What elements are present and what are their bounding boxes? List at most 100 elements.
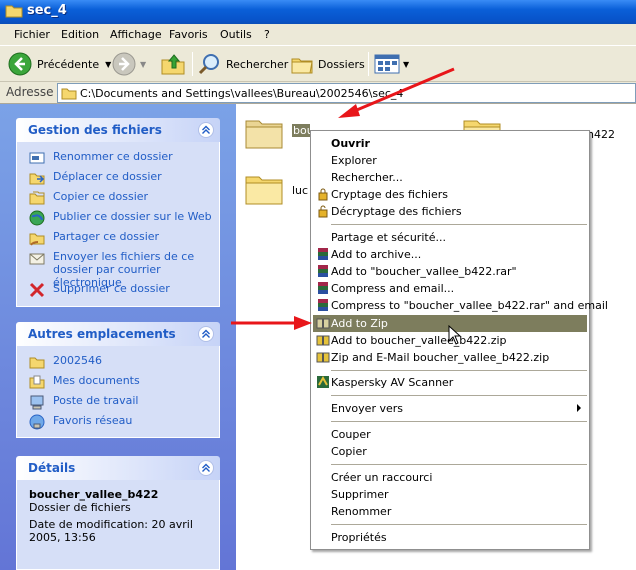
copy-icon xyxy=(29,191,45,205)
folder-label[interactable]: luc xyxy=(292,184,308,197)
folder-icon[interactable] xyxy=(244,172,284,206)
toolbar-separator xyxy=(192,52,193,76)
place-my-computer[interactable]: Poste de travail xyxy=(17,392,219,412)
address-bar: Adresse C:\Documents and Settings\vallee… xyxy=(0,82,636,104)
other-places-panel: Autres emplacements 2002546 Mes document… xyxy=(16,322,220,438)
winzip-icon xyxy=(316,335,330,346)
menu-item-kaspersky[interactable]: Kaspersky AV Scanner xyxy=(313,374,587,391)
menu-favoris[interactable]: Favoris xyxy=(169,28,208,41)
other-places-header[interactable]: Autres emplacements xyxy=(16,322,220,346)
menu-separator xyxy=(331,421,587,422)
dropdown-arrow-icon[interactable]: ▼ xyxy=(105,60,111,69)
dropdown-arrow-icon[interactable]: ▼ xyxy=(403,60,409,69)
menu-separator xyxy=(331,395,587,396)
task-rename-folder[interactable]: Renommer ce dossier xyxy=(17,148,219,168)
address-label: Adresse xyxy=(6,85,54,99)
menu-item-add-rar[interactable]: Add to "boucher_vallee_b422.rar" xyxy=(313,263,587,280)
details-type: Dossier de fichiers xyxy=(29,501,131,514)
file-tasks-header[interactable]: Gestion des fichiers xyxy=(16,118,220,142)
menu-label: Explorer xyxy=(331,154,377,167)
back-button[interactable]: Précédente ▼ xyxy=(8,50,111,78)
folders-icon xyxy=(291,58,313,74)
task-delete-folder[interactable]: Supprimer ce dossier xyxy=(17,280,219,300)
menu-item-open[interactable]: Ouvrir xyxy=(313,135,587,152)
collapse-chevron-icon[interactable] xyxy=(198,326,214,342)
place-2002546[interactable]: 2002546 xyxy=(17,352,219,372)
menu-item-zip-email[interactable]: Zip and E-Mail boucher_vallee_b422.zip xyxy=(313,349,587,366)
place-network[interactable]: Favoris réseau xyxy=(17,412,219,432)
menu-label: Copier xyxy=(331,445,367,458)
dropdown-arrow-icon[interactable]: ▼ xyxy=(140,60,146,69)
forward-button[interactable]: ▼ xyxy=(112,50,146,78)
folder-icon[interactable] xyxy=(244,116,284,150)
views-button[interactable]: ▼ xyxy=(374,50,409,78)
menu-item-add-archive[interactable]: Add to archive... xyxy=(313,246,587,263)
menu-item-rename[interactable]: Renommer xyxy=(313,503,587,520)
task-label: Renommer ce dossier xyxy=(53,150,173,163)
menu-label: Propriétés xyxy=(331,531,387,544)
folders-button[interactable]: Dossiers xyxy=(290,50,365,78)
menu-label: Compress to "boucher_vallee_b422.rar" an… xyxy=(331,299,608,312)
task-label: Copier ce dossier xyxy=(53,190,149,203)
folder-icon xyxy=(61,88,77,100)
lock-icon xyxy=(318,188,328,201)
address-field[interactable]: C:\Documents and Settings\vallees\Bureau… xyxy=(57,83,636,103)
menu-edition[interactable]: Edition xyxy=(61,28,99,41)
task-publish-web[interactable]: Publier ce dossier sur le Web xyxy=(17,208,219,228)
menu-item-explore[interactable]: Explorer xyxy=(313,152,587,169)
menu-item-decrypt[interactable]: Décryptage des fichiers xyxy=(313,203,587,220)
menu-label: Add to archive... xyxy=(331,248,422,261)
winrar-icon xyxy=(318,265,328,277)
search-button[interactable]: Rechercher xyxy=(198,50,288,78)
place-label: Favoris réseau xyxy=(53,414,133,427)
menu-item-encrypt[interactable]: Cryptage des fichiers xyxy=(313,186,587,203)
toolbar: Précédente ▼ ▼ Rechercher Dossiers ▼ xyxy=(0,46,636,82)
collapse-chevron-icon[interactable] xyxy=(198,460,214,476)
share-folder-icon xyxy=(29,233,45,246)
task-label: Supprimer ce dossier xyxy=(53,282,170,295)
email-icon xyxy=(29,253,45,265)
views-icon xyxy=(374,54,400,74)
submenu-arrow-icon xyxy=(577,404,581,412)
menu-help[interactable]: ? xyxy=(264,28,270,41)
back-arrow-icon xyxy=(8,52,32,76)
menu-affichage[interactable]: Affichage xyxy=(110,28,162,41)
task-share-folder[interactable]: Partager ce dossier xyxy=(17,228,219,248)
place-my-documents[interactable]: Mes documents xyxy=(17,372,219,392)
folder-label[interactable]: boucher_vallee_h422 xyxy=(589,128,615,141)
menu-item-sharing[interactable]: Partage et sécurité... xyxy=(313,229,587,246)
menu-fichier[interactable]: Fichier xyxy=(14,28,50,41)
winzip-icon xyxy=(316,352,330,363)
menu-item-cut[interactable]: Couper xyxy=(313,426,587,443)
menu-item-search[interactable]: Rechercher... xyxy=(313,169,587,186)
task-label: Partager ce dossier xyxy=(53,230,160,243)
menu-item-compress-rar-email[interactable]: Compress to "boucher_vallee_b422.rar" an… xyxy=(313,297,608,314)
collapse-chevron-icon[interactable] xyxy=(198,122,214,138)
panel-title: Détails xyxy=(28,461,76,475)
menu-item-compress-email[interactable]: Compress and email... xyxy=(313,280,587,297)
menu-item-send-to[interactable]: Envoyer vers xyxy=(313,400,587,417)
menu-label: Décryptage des fichiers xyxy=(331,205,462,218)
menu-item-copy[interactable]: Copier xyxy=(313,443,587,460)
menu-outils[interactable]: Outils xyxy=(220,28,252,41)
place-label: Mes documents xyxy=(53,374,140,387)
folders-label: Dossiers xyxy=(318,57,365,71)
title-bar[interactable]: sec_4 xyxy=(0,0,636,24)
computer-icon xyxy=(30,395,44,410)
details-modified: Date de modification: 20 avril 2005, 13:… xyxy=(29,518,193,544)
task-email-folder[interactable]: Envoyer les fichiers de ce dossier par c… xyxy=(17,248,219,289)
up-folder-button[interactable] xyxy=(160,50,186,78)
menu-label: Compress and email... xyxy=(331,282,455,295)
task-move-folder[interactable]: Déplacer ce dossier xyxy=(17,168,219,188)
menu-item-properties[interactable]: Propriétés xyxy=(313,529,587,546)
menu-label: Zip and E-Mail boucher_vallee_b422.zip xyxy=(331,351,550,364)
winrar-icon xyxy=(318,248,328,260)
details-header[interactable]: Détails xyxy=(16,456,220,480)
menu-item-delete[interactable]: Supprimer xyxy=(313,486,587,503)
menu-label: Add to boucher_vallee_b422.zip xyxy=(331,334,507,347)
menu-item-create-shortcut[interactable]: Créer un raccourci xyxy=(313,469,587,486)
selected-folder-label[interactable]: boucher_vallee_b422 xyxy=(292,124,310,137)
forward-arrow-icon xyxy=(112,52,136,76)
menu-label: Supprimer xyxy=(331,488,389,501)
task-copy-folder[interactable]: Copier ce dossier xyxy=(17,188,219,208)
